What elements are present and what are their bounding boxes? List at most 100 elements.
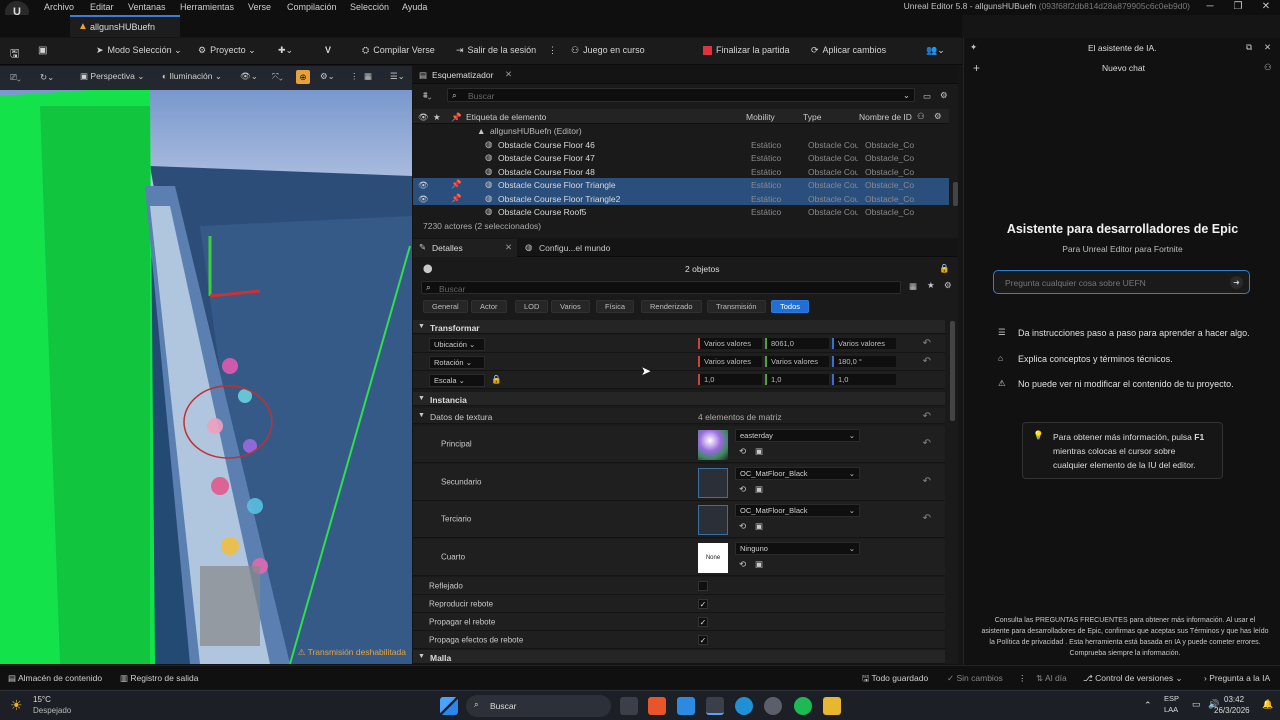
col-id[interactable]: Nombre de ID (859, 112, 912, 122)
lock-icon[interactable]: 🔒 (939, 263, 950, 274)
browse-icon[interactable]: ⟲ (739, 484, 746, 495)
filter-icon[interactable]: ⩩⌄ (423, 90, 432, 101)
tab-details[interactable]: ✎ Detalles ✕ (413, 239, 517, 257)
logout-button[interactable]: ⇥ Salir de la sesión (456, 45, 536, 56)
outliner-row[interactable]: ◍ Obstacle Course Floor 48 Estático Obstacl… (413, 165, 949, 179)
texture-dropdown[interactable]: Ninguno ⌄ (735, 541, 860, 555)
all-saved-button[interactable]: 🖫 Todo guardado (862, 673, 928, 687)
pin-icon[interactable]: 📌 (451, 179, 462, 190)
send-icon[interactable]: ➜ (1230, 276, 1243, 289)
project-tab[interactable]: ▲ allgunsHUBuefn (70, 15, 180, 37)
reset-icon[interactable]: ↶ (923, 476, 931, 487)
network-icon[interactable]: ▭ (1192, 699, 1201, 710)
add-content-icon[interactable]: ✚⌄ (278, 45, 293, 56)
ai-prompt-input[interactable]: Pregunta cualquier cosa sobre UEFN ➜ (993, 270, 1250, 294)
filter-general[interactable]: General (423, 300, 468, 313)
pin-icon[interactable]: 📌 (451, 112, 462, 123)
content-browser-icon[interactable]: ▣ (38, 45, 47, 56)
browse-icon[interactable]: ⟲ (739, 521, 746, 532)
browse-icon[interactable]: ⟲ (739, 559, 746, 570)
snap-icon[interactable]: ⤧⌄ (272, 71, 283, 82)
bool-checkbox[interactable]: ✓ (698, 599, 708, 609)
spotify-icon[interactable] (794, 697, 812, 715)
settings-icon[interactable]: ⚙⌄ (320, 71, 335, 82)
mesh-category[interactable]: ▼ Malla (413, 650, 945, 664)
find-in-browser-icon[interactable]: ▣ (755, 559, 763, 570)
brave-browser-icon[interactable] (648, 697, 666, 715)
reset-icon[interactable]: ↶ (923, 411, 931, 422)
find-in-browser-icon[interactable]: ▣ (755, 521, 763, 532)
filter-transmision[interactable]: Transmisión (707, 300, 766, 313)
weather-icon[interactable]: ☀ (10, 697, 23, 714)
ask-ai-button[interactable]: › Pregunta a la IA (1204, 673, 1270, 683)
clock-time[interactable]: 03:42 (1224, 695, 1244, 704)
menu-herramientas[interactable]: Herramientas (180, 2, 234, 12)
expand-icon[interactable]: ▼ (418, 412, 425, 419)
outliner-row[interactable]: ◍ Obstacle Course Floor 47 Estático Obstacl… (413, 151, 949, 165)
filter-renderizado[interactable]: Renderizado (641, 300, 702, 313)
minimize-icon[interactable]: ─ (1200, 1, 1220, 12)
menu-archivo[interactable]: Archivo (44, 2, 74, 12)
menu-verse[interactable]: Verse (248, 2, 271, 12)
outliner-root-row[interactable]: ▲ allgunsHUBuefn (Editor) (413, 125, 949, 137)
scale-x[interactable]: 1,0 (698, 374, 762, 385)
close-panel-icon[interactable]: ✕ (1264, 42, 1271, 53)
filter-varios[interactable]: Varios (551, 300, 590, 313)
project-button[interactable]: ⚙ Proyecto ⌄ (198, 45, 256, 56)
reset-icon[interactable]: ↶ (923, 438, 931, 449)
menu-seleccion[interactable]: Selección (350, 2, 389, 12)
location-dropdown[interactable]: Ubicación ⌄ (429, 338, 485, 351)
details-scrollbar[interactable] (950, 321, 955, 421)
filter-lod[interactable]: LOD (515, 300, 549, 313)
more-options-icon[interactable]: ⋮ (548, 45, 557, 56)
texture-thumbnail[interactable] (698, 430, 728, 460)
favorite-icon[interactable]: ★ (433, 112, 441, 123)
lock-icon[interactable]: 🔒 (491, 374, 502, 385)
chatgpt-icon[interactable] (764, 697, 782, 715)
taskbar-search[interactable]: ⌕ Buscar (466, 695, 611, 717)
location-z[interactable]: Varios valores (832, 338, 896, 349)
rotation-z[interactable]: 180,0 ° (832, 356, 896, 367)
layout-grid-icon[interactable]: ▦ (364, 71, 372, 82)
settings-icon[interactable]: ⚙ (944, 280, 952, 291)
restore-icon[interactable]: ❐ (1228, 1, 1248, 12)
transform-gizmo-icon[interactable]: ⊕ (296, 70, 310, 84)
location-y[interactable]: 8061,0 (765, 338, 829, 349)
scale-z[interactable]: 1,0 (832, 374, 896, 385)
filter-fisica[interactable]: Física (596, 300, 635, 313)
output-log-button[interactable]: ▥ Registro de salida (120, 673, 198, 684)
scale-dropdown[interactable]: Escala ⌄ (429, 374, 485, 387)
viewport-options-icon[interactable]: ⎚⌄ (10, 72, 21, 83)
bool-checkbox[interactable]: ✓ (698, 635, 708, 645)
texture-dropdown[interactable]: OC_MatFloor_Black ⌄ (735, 504, 860, 517)
no-changes-button[interactable]: ✓ Sin cambios (947, 673, 1003, 684)
show-icon[interactable]: 👁⌄ (240, 71, 258, 82)
visibility-icon[interactable]: 👁 (418, 194, 429, 205)
more-options-icon[interactable]: ⋮ (350, 71, 359, 82)
bool-checkbox[interactable]: ✓ (698, 617, 708, 627)
app-icon[interactable] (677, 697, 695, 715)
texture-dropdown[interactable]: OC_MatFloor_Black ⌄ (735, 466, 860, 480)
filter-actor[interactable]: Actor (471, 300, 507, 313)
close-tab-icon[interactable]: ✕ (505, 242, 512, 253)
outliner-row[interactable]: 👁 📌 ◍ Obstacle Course Floor Triangle Estátic… (413, 178, 949, 192)
menu-ayuda[interactable]: Ayuda (402, 2, 427, 12)
col-mobility[interactable]: Mobility (746, 112, 775, 122)
more-options-icon[interactable]: ⋮ (1018, 673, 1027, 684)
close-window-icon[interactable]: ✕ (1256, 1, 1276, 12)
mode-select-button[interactable]: ➤ Modo Selección ⌄ (96, 45, 182, 56)
verse-icon[interactable]: V (325, 45, 331, 55)
bool-checkbox[interactable] (698, 581, 708, 591)
profile-icon[interactable]: ⚇ (1264, 62, 1272, 73)
game-session-button[interactable]: ⚇ Juego en curso (571, 45, 645, 56)
new-chat-plus-icon[interactable]: + (973, 61, 980, 75)
texture-thumbnail[interactable] (698, 505, 728, 535)
settings-icon[interactable]: ⚙ (940, 90, 948, 101)
visibility-icon[interactable]: 👁 (418, 180, 429, 191)
hamburger-menu-icon[interactable]: ☰⌄ (390, 71, 405, 82)
reset-icon[interactable]: ↶ (923, 356, 931, 367)
end-game-button[interactable]: Finalizar la partida (703, 45, 790, 56)
outliner-row[interactable]: 👁 📌 ◍ Obstacle Course Floor Triangle2 Estáti… (413, 191, 949, 206)
outliner-scrollbar[interactable] (953, 182, 958, 206)
filter-todos[interactable]: Todos (771, 300, 810, 313)
